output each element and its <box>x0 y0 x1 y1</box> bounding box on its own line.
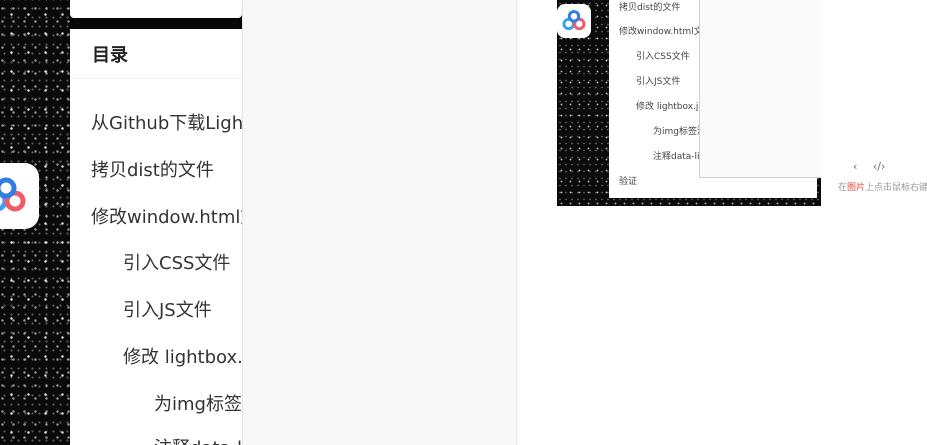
preview-toc-item: 修改window.html文件 <box>619 27 712 37</box>
blank-overlay-panel <box>242 0 517 445</box>
toc-panel: 目录 从Github下载Lightbox 拷贝dist的文件 修改window.… <box>70 29 242 445</box>
toc-item[interactable]: 修改 lightbox.js <box>123 343 242 369</box>
baidu-netdisk-icon <box>0 177 26 212</box>
preview-netdisk-button <box>557 4 591 38</box>
preview-toc-item: 引入CSS文件 <box>636 52 690 62</box>
preview-toc-item: 修改 lightbox.js <box>636 102 704 112</box>
code-icon: ‹/› <box>872 160 886 173</box>
preview-caption: 在图片上点击鼠标右键 <box>838 180 927 193</box>
toc-item[interactable]: 注释data-lightbox <box>154 434 242 445</box>
preview-toc-item: 拷贝dist的文件 <box>619 3 681 13</box>
toc-item[interactable]: 拷贝dist的文件 <box>91 156 214 182</box>
screenshot-preview: 拷贝dist的文件 修改window.html文件 引入CSS文件 引入JS文件… <box>557 0 927 206</box>
caption-text: 上点击鼠标右键 <box>865 183 927 193</box>
toc-item[interactable]: 从Github下载Lightbox <box>91 109 242 135</box>
toc-item[interactable]: 引入JS文件 <box>123 296 212 322</box>
top-card <box>70 0 242 18</box>
caption-text: 在 <box>838 183 848 193</box>
baidu-netdisk-icon <box>562 10 586 31</box>
preview-toc-item: 验证 <box>619 177 638 187</box>
toc-title: 目录 <box>70 29 242 79</box>
toc-item[interactable]: 为img标签添加 <box>154 390 242 416</box>
preview-toolbar: ‹ ‹/› <box>853 160 897 173</box>
toc-item[interactable]: 修改window.html文件 <box>91 203 242 229</box>
chevron-left-icon: ‹ <box>853 160 858 173</box>
preview-right-area <box>821 0 927 206</box>
preview-toc-item: 引入JS文件 <box>636 77 681 87</box>
netdisk-float-button[interactable] <box>0 163 39 229</box>
caption-highlight: 图片 <box>847 183 866 193</box>
toc-item[interactable]: 引入CSS文件 <box>123 249 230 275</box>
